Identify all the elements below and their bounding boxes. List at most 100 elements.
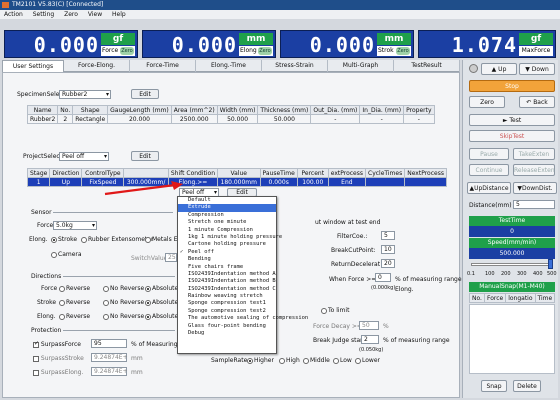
distance-field[interactable]: 5: [513, 200, 555, 209]
dropdown-item[interactable]: Bending: [178, 256, 276, 263]
radio-icon: [145, 236, 151, 243]
menu-help[interactable]: Help: [108, 10, 130, 19]
surpass-stroke-option[interactable]: SurpassStroke: [33, 355, 84, 362]
sample-rate-higher[interactable]: Higher: [247, 357, 274, 364]
surpass-force-option[interactable]: SurpassForce: [33, 340, 81, 348]
menu-view[interactable]: View: [84, 10, 106, 19]
surpass-stroke-field[interactable]: 9.24874E+: [91, 353, 128, 362]
col-time: Time: [534, 293, 556, 303]
col-out-dia: Out_Dia. (mm): [310, 105, 361, 115]
zero-button[interactable]: Zero: [469, 96, 505, 108]
dropdown-item[interactable]: 1 minute Compression: [178, 227, 276, 234]
direction-elong-reverse[interactable]: Reverse: [59, 313, 90, 320]
dropdown-item[interactable]: 1kg 1 minute holding pressure: [178, 234, 282, 241]
sample-rate-lower[interactable]: Lower: [355, 357, 380, 364]
project-edit-button[interactable]: Edit: [131, 151, 159, 161]
direction-elong-absolute[interactable]: Absolute: [145, 313, 178, 320]
elong-option-stroke[interactable]: Stroke: [51, 236, 77, 243]
dropdown-item[interactable]: Compression: [178, 212, 276, 219]
break-cut-field[interactable]: 10: [381, 245, 395, 254]
menu-zero[interactable]: Zero: [60, 10, 82, 19]
cell: 100.00: [296, 177, 329, 187]
dropdown-item[interactable]: Five chairs frame: [178, 264, 276, 271]
dropdown-item[interactable]: Sponge compression test2: [178, 308, 276, 315]
specimen-edit-button[interactable]: Edit: [131, 89, 159, 99]
force-sensor-select[interactable]: 5.0kg: [53, 221, 97, 230]
speed-slider-handle[interactable]: [548, 259, 553, 269]
tab-elong-time[interactable]: Elong.-Time: [196, 60, 262, 72]
menu-action[interactable]: Action: [0, 10, 27, 19]
elong-option-rubber[interactable]: Rubber Extensometer: [81, 236, 153, 243]
surpass-elong-option[interactable]: SurpassElong.: [33, 369, 83, 376]
delete-button[interactable]: Delete: [513, 380, 541, 392]
tab-stress-strain[interactable]: Stress-Strain: [262, 60, 328, 72]
tab-user-settings[interactable]: User Settings: [2, 60, 64, 72]
tab-test-result[interactable]: TestResult: [394, 60, 460, 72]
surpass-force-field[interactable]: 95: [91, 339, 127, 348]
up-distance-button[interactable]: ▲UpDistance: [467, 182, 511, 194]
return-decel-label: ReturnDecelerat: [331, 261, 381, 268]
dropdown-item[interactable]: Glass four-point bending: [178, 323, 276, 330]
pause-button[interactable]: Pause: [469, 148, 509, 160]
direction-force-noreverse[interactable]: No Reverse: [103, 285, 144, 292]
elong-zero-button[interactable]: Zero: [258, 47, 272, 55]
slider-tick-label: 0.1: [467, 271, 475, 277]
dropdown-item[interactable]: Rainbow weaving stretch: [178, 293, 276, 300]
project-dropdown-list[interactable]: Default Extrude Compression Stretch one …: [177, 196, 308, 354]
tab-force-elong[interactable]: Force-Elong.: [64, 60, 130, 72]
test-button[interactable]: ► Test: [469, 114, 555, 126]
stroke-zero-button[interactable]: Zero: [396, 47, 410, 55]
release-exten-button[interactable]: ReleaseExten: [513, 164, 555, 176]
sample-rate-middle[interactable]: Middle: [303, 357, 330, 364]
dropdown-item[interactable]: The automotive sealing of compression: [178, 315, 308, 322]
sample-rate-high[interactable]: High: [279, 357, 300, 364]
dropdown-item[interactable]: ISO2439Indentation method B: [178, 278, 276, 285]
snap-list[interactable]: [469, 304, 555, 374]
force-zero-button[interactable]: Zero: [120, 47, 134, 55]
to-limit-option[interactable]: To limit: [321, 307, 349, 314]
down-distance-button[interactable]: ▼DownDist.: [513, 182, 557, 194]
filter-field[interactable]: 5: [381, 231, 395, 240]
snap-button[interactable]: Snap: [481, 380, 507, 392]
direction-elong-noreverse[interactable]: No Reverse: [103, 313, 144, 320]
force-decay-field[interactable]: 50: [359, 321, 379, 330]
col-cycle-times: CycleTimes: [364, 168, 406, 178]
dropdown-item[interactable]: Stretch one minute: [178, 219, 276, 226]
return-decel-field[interactable]: 20: [381, 259, 395, 268]
speed-slider-track[interactable]: [471, 263, 551, 266]
down-button[interactable]: ▼ Down: [519, 63, 555, 75]
back-button[interactable]: ↶ Back: [519, 96, 555, 108]
surpass-elong-field[interactable]: 9.24874E+: [91, 367, 128, 376]
direction-force-absolute[interactable]: Absolute: [145, 285, 178, 292]
break-judge-field[interactable]: 2: [361, 335, 379, 344]
direction-stroke-reverse[interactable]: Reverse: [59, 299, 90, 306]
table-row[interactable]: 1 Up FixSpeed 300.000mm/ Elong.>= 180.00…: [26, 177, 447, 187]
project-select[interactable]: Peel off: [59, 152, 109, 161]
dropdown-item[interactable]: ✓ Peel off: [178, 249, 276, 256]
camera-option[interactable]: Camera: [51, 251, 82, 258]
dropdown-item[interactable]: ISO2439Indentation method A: [178, 271, 276, 278]
tab-force-time[interactable]: Force-Time: [130, 60, 196, 72]
dropdown-item[interactable]: Debug: [178, 330, 276, 337]
stop-button[interactable]: Stop: [469, 80, 555, 92]
specimen-select[interactable]: Rubber2: [59, 90, 111, 99]
dropdown-item[interactable]: Sponge compression test1: [178, 300, 276, 307]
direction-stroke-noreverse[interactable]: No Reverse: [103, 299, 144, 306]
dropdown-item[interactable]: Cartone holding pressure: [178, 241, 276, 248]
continue-button[interactable]: Continue: [469, 164, 509, 176]
when-force-field[interactable]: 0: [375, 273, 391, 282]
up-button[interactable]: ▲ Up: [481, 63, 517, 75]
dropdown-item[interactable]: ISO2439Indentation method C: [178, 286, 276, 293]
table-row[interactable]: Rubber2 2 Rectangle 20.000 2500.000 50.0…: [26, 114, 435, 124]
take-exten-button[interactable]: TakeExten: [513, 148, 555, 160]
menu-setting[interactable]: Setting: [29, 10, 58, 19]
direction-stroke-absolute[interactable]: Absolute: [145, 299, 178, 306]
dropdown-item[interactable]: Extrude: [178, 204, 276, 212]
skip-test-button[interactable]: SkipTest: [469, 130, 555, 142]
direction-force-reverse[interactable]: Reverse: [59, 285, 90, 292]
switch-value-field[interactable]: 25: [165, 253, 177, 262]
tab-multi-graph[interactable]: Multi-Graph: [328, 60, 394, 72]
cell: End: [327, 177, 367, 187]
sample-rate-low[interactable]: Low: [333, 357, 352, 364]
dropdown-item[interactable]: Default: [178, 197, 276, 204]
